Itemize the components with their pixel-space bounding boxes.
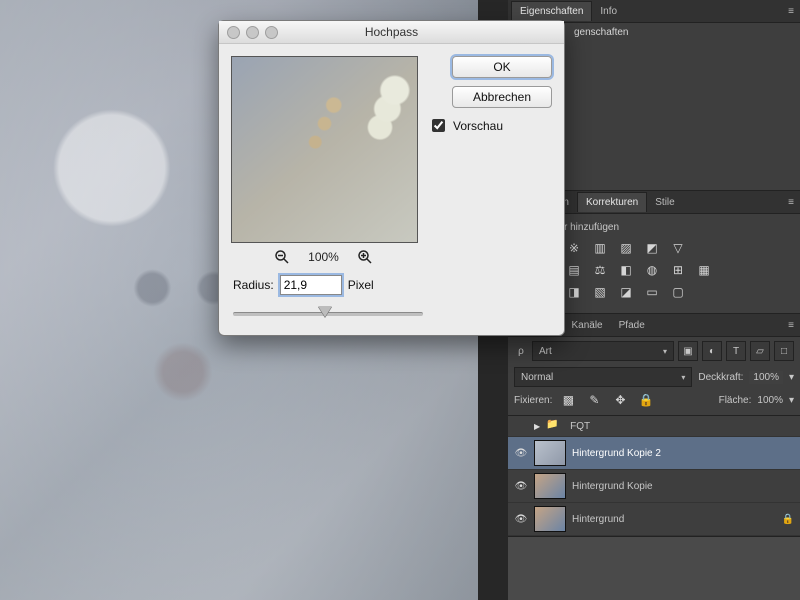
gradient-map-icon[interactable]: ▭ xyxy=(642,283,662,301)
opacity-value[interactable]: 100% xyxy=(749,371,783,384)
layer-filter-label: Art xyxy=(539,346,552,357)
disclosure-triangle-icon[interactable]: ▶ xyxy=(534,422,540,431)
invert-icon[interactable]: ◨ xyxy=(564,283,584,301)
layer-thumbnail[interactable] xyxy=(534,506,566,532)
blend-mode-select[interactable]: Normal▾ xyxy=(514,367,692,387)
tab-kanaele[interactable]: Kanäle xyxy=(563,316,610,335)
filter-shape-icon[interactable]: ▱ xyxy=(750,341,770,361)
visibility-eye-icon[interactable]: 👁 xyxy=(514,448,528,459)
tab-info[interactable]: Info xyxy=(592,2,625,21)
photo-filter-icon[interactable]: ◍ xyxy=(642,261,662,279)
layer-name[interactable]: Hintergrund Kopie xyxy=(572,481,794,492)
exposure-icon[interactable]: ◩ xyxy=(642,239,662,257)
zoom-in-icon[interactable] xyxy=(357,249,373,265)
tab-stile[interactable]: Stile xyxy=(647,193,682,212)
preview-checkbox[interactable] xyxy=(432,119,445,132)
lock-transparency-icon[interactable]: ▩ xyxy=(558,391,578,409)
lock-icon: 🔒 xyxy=(782,514,794,525)
layer-name[interactable]: FQT xyxy=(570,421,794,432)
cancel-button[interactable]: Abbrechen xyxy=(452,86,552,108)
filter-preview[interactable] xyxy=(231,56,418,243)
adjustments-icon-row-2: ▤ ⚖ ◧ ◍ ⊞ ▦ xyxy=(564,261,794,279)
color-balance-icon[interactable]: ⚖ xyxy=(590,261,610,279)
bw-icon[interactable]: ◧ xyxy=(616,261,636,279)
levels-icon[interactable]: ▥ xyxy=(590,239,610,257)
search-icon[interactable]: ρ xyxy=(514,346,528,357)
panel-menu-icon[interactable]: ≡ xyxy=(782,6,800,17)
high-pass-dialog: Hochpass 100% OK Abbrechen Vorschau xyxy=(218,20,565,336)
threshold-icon[interactable]: ◪ xyxy=(616,283,636,301)
layer-blend-row: Normal▾ Deckkraft: 100%▾ xyxy=(508,365,800,389)
slider-handle-icon[interactable] xyxy=(318,306,332,317)
visibility-eye-icon[interactable]: 👁 xyxy=(514,481,528,492)
selective-color-icon[interactable]: ▢ xyxy=(668,283,688,301)
window-zoom-icon[interactable] xyxy=(265,26,278,39)
filter-type-icon[interactable]: T xyxy=(726,341,746,361)
preview-checkbox-label: Vorschau xyxy=(453,119,503,133)
adjustments-icon-row-3: ◨ ▧ ◪ ▭ ▢ xyxy=(564,283,794,301)
filter-pixel-icon[interactable]: ▣ xyxy=(678,341,698,361)
zoom-out-icon[interactable] xyxy=(274,249,290,265)
tab-eigenschaften[interactable]: Eigenschaften xyxy=(511,1,592,21)
layer-lock-row: Fixieren: ▩ ✎ ✥ 🔒 Fläche: 100%▾ xyxy=(508,389,800,415)
radius-unit: Pixel xyxy=(348,278,374,292)
adjustments-subtitle: r hinzufügen xyxy=(564,222,794,233)
panel-menu-icon[interactable]: ≡ xyxy=(782,320,800,331)
layer-name[interactable]: Hintergrund xyxy=(572,514,776,525)
zoom-level: 100% xyxy=(308,250,339,264)
layer-name[interactable]: Hintergrund Kopie 2 xyxy=(572,448,794,459)
posterize-icon[interactable]: ▧ xyxy=(590,283,610,301)
vibrance-icon[interactable]: ▽ xyxy=(668,239,688,257)
radius-input[interactable] xyxy=(280,275,342,295)
panel-menu-icon[interactable]: ≡ xyxy=(782,197,800,208)
layer-filter-type[interactable]: Art▾ xyxy=(532,341,674,361)
color-lookup-icon[interactable]: ▦ xyxy=(694,261,714,279)
ok-button[interactable]: OK xyxy=(452,56,552,78)
layer-thumbnail[interactable] xyxy=(534,473,566,499)
layer-thumbnail[interactable] xyxy=(534,440,566,466)
radius-slider[interactable] xyxy=(233,305,423,321)
lock-all-icon[interactable]: 🔒 xyxy=(636,391,656,409)
radius-label: Radius: xyxy=(233,278,274,292)
curves-icon[interactable]: ▨ xyxy=(616,239,636,257)
blend-mode-value: Normal xyxy=(521,372,553,383)
layer-row[interactable]: ▶ 📁 FQT xyxy=(508,416,800,437)
dialog-titlebar[interactable]: Hochpass xyxy=(219,21,564,44)
adjustments-icon-row-1: ※ ▥ ▨ ◩ ▽ xyxy=(564,239,794,257)
dialog-title: Hochpass xyxy=(365,25,418,39)
layer-filter-row: ρ Art▾ ▣ ◐ T ▱ □ xyxy=(508,337,800,365)
window-min-icon[interactable] xyxy=(246,26,259,39)
brightness-contrast-icon[interactable]: ※ xyxy=(564,239,584,257)
window-close-icon[interactable] xyxy=(227,26,240,39)
visibility-eye-icon[interactable]: 👁 xyxy=(514,514,528,525)
layer-row[interactable]: 👁 Hintergrund 🔒 xyxy=(508,503,800,536)
opacity-label: Deckkraft: xyxy=(698,372,743,383)
filter-smart-icon[interactable]: □ xyxy=(774,341,794,361)
tab-korrekturen[interactable]: Korrekturen xyxy=(577,192,647,212)
properties-subheading: genschaften xyxy=(574,27,792,38)
fill-value[interactable]: 100% xyxy=(757,395,783,406)
lock-position-icon[interactable]: ✥ xyxy=(610,391,630,409)
layer-list: ▶ 📁 FQT 👁 Hintergrund Kopie 2 👁 Hintergrund Ko… xyxy=(508,415,800,536)
filter-adjust-icon[interactable]: ◐ xyxy=(702,341,722,361)
tab-pfade[interactable]: Pfade xyxy=(611,316,653,335)
layer-row[interactable]: 👁 Hintergrund Kopie xyxy=(508,470,800,503)
layer-row[interactable]: 👁 Hintergrund Kopie 2 xyxy=(508,437,800,470)
lock-label: Fixieren: xyxy=(514,395,552,406)
fill-label: Fläche: xyxy=(719,395,752,406)
folder-icon: 📁 xyxy=(546,419,564,433)
layers-panel: Ebenen Kanäle Pfade ≡ ρ Art▾ ▣ ◐ T ▱ □ N… xyxy=(508,314,800,537)
channel-mixer-icon[interactable]: ⊞ xyxy=(668,261,688,279)
lock-pixels-icon[interactable]: ✎ xyxy=(584,391,604,409)
preview-checkbox-row[interactable]: Vorschau xyxy=(428,116,552,135)
hue-sat-icon[interactable]: ▤ xyxy=(564,261,584,279)
